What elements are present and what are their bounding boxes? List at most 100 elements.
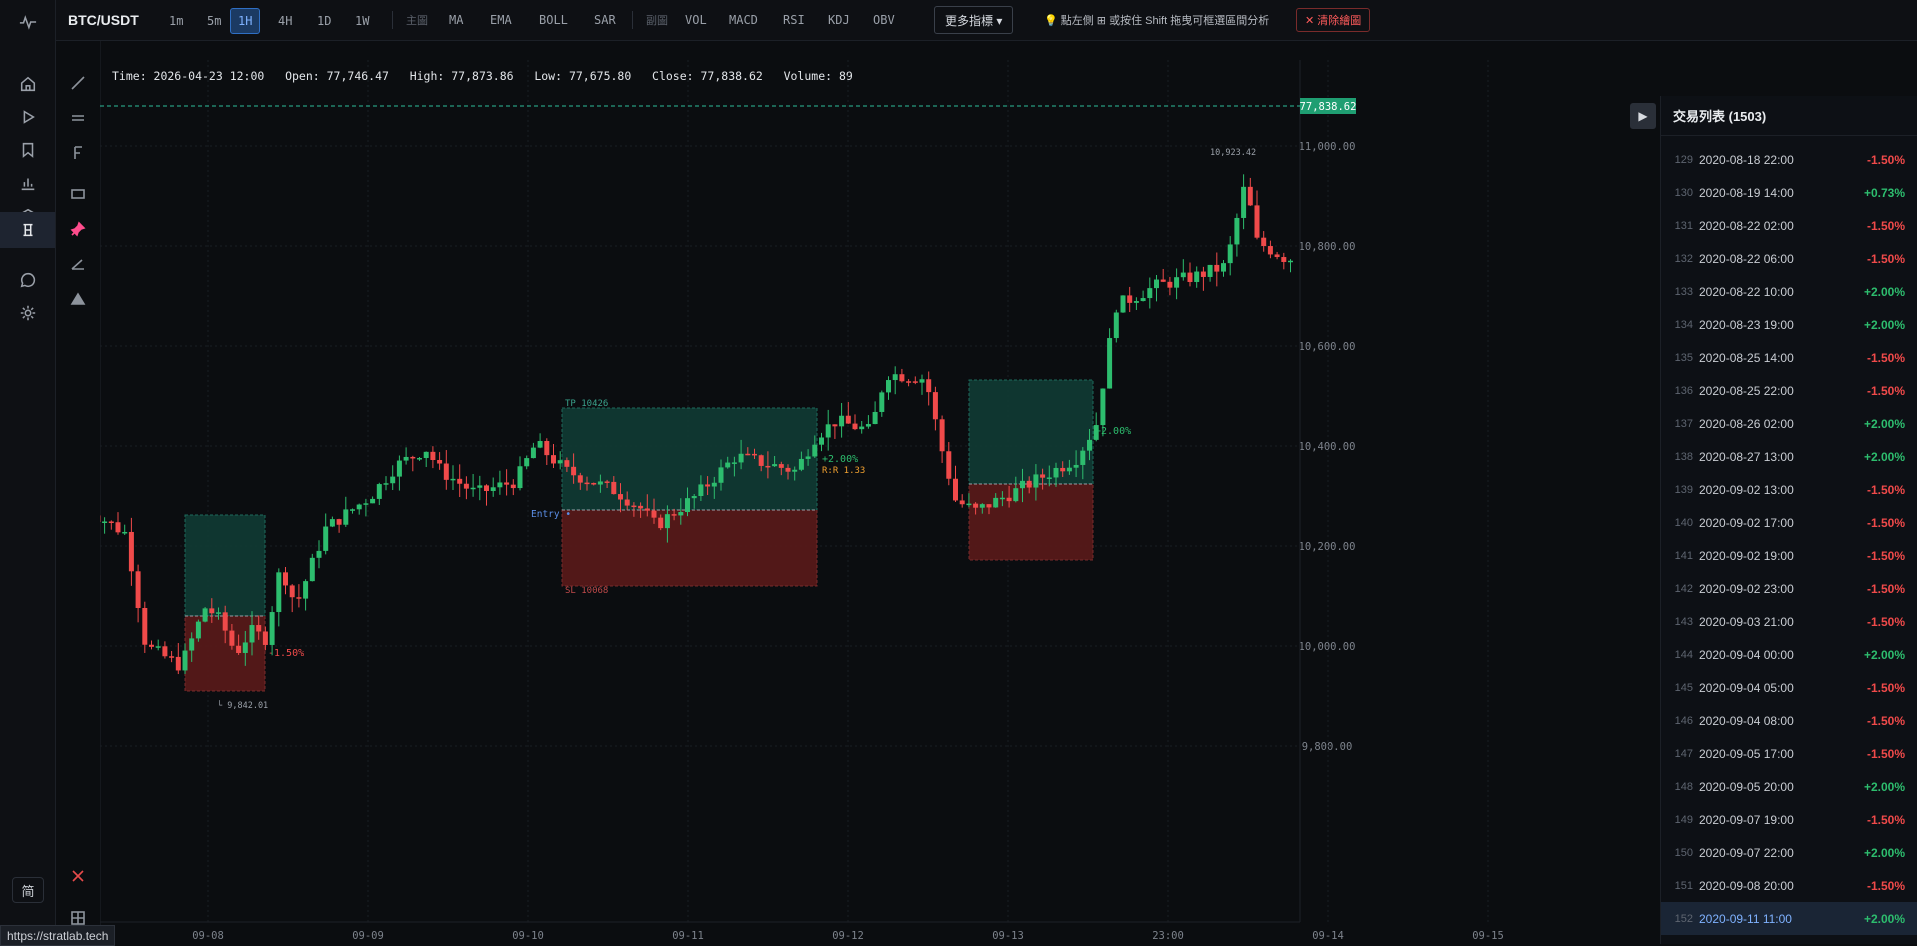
trade-row[interactable]: 1292020-08-18 22:00-1.50% — [1661, 143, 1917, 176]
indicator-rsi[interactable]: RSI — [776, 8, 812, 32]
indicator-macd[interactable]: MACD — [722, 8, 765, 32]
trade-row[interactable]: 1312020-08-22 02:00-1.50% — [1661, 209, 1917, 242]
trade-row[interactable]: 1302020-08-19 14:00+0.73% — [1661, 176, 1917, 209]
trade-row[interactable]: 1422020-09-02 23:00-1.50% — [1661, 572, 1917, 605]
candle-body — [618, 494, 623, 499]
candle-body — [1288, 261, 1293, 263]
indicator-obv[interactable]: OBV — [866, 8, 902, 32]
candle-body — [343, 509, 348, 524]
candle-body — [873, 412, 878, 424]
clear-drawings-button[interactable]: ✕ 清除繪圖 — [1296, 8, 1370, 32]
candle-body — [906, 381, 911, 383]
candle-body — [109, 521, 114, 523]
chat-icon[interactable] — [0, 262, 55, 298]
candle-body — [156, 646, 161, 648]
timeframe-1w[interactable]: 1W — [347, 8, 377, 34]
trade-row[interactable]: 1462020-09-04 08:00-1.50% — [1661, 704, 1917, 737]
rectangle-icon[interactable] — [63, 179, 93, 209]
candle-body — [404, 457, 409, 461]
logo-pulse-icon[interactable] — [0, 4, 55, 40]
gear-icon[interactable] — [0, 295, 55, 331]
trade-index: 132 — [1661, 253, 1699, 265]
candle-body — [471, 488, 476, 490]
trade-row[interactable]: 1382020-08-27 13:00+2.00% — [1661, 440, 1917, 473]
trade-2-entry-label: Entry • — [531, 509, 571, 520]
timeframe-1h[interactable]: 1H — [230, 8, 260, 34]
trade-row[interactable]: 1402020-09-02 17:00-1.50% — [1661, 506, 1917, 539]
language-toggle-button[interactable]: 简 — [12, 877, 44, 903]
candle-body — [122, 532, 127, 534]
bar-chart-icon[interactable] — [0, 165, 55, 201]
indicator-boll[interactable]: BOLL — [532, 8, 575, 32]
trade-row[interactable]: 1512020-09-08 20:00-1.50% — [1661, 869, 1917, 902]
timeframe-1d[interactable]: 1D — [309, 8, 339, 34]
toolbar-divider — [632, 11, 633, 29]
pin-icon[interactable] — [63, 214, 93, 244]
candle-body — [497, 482, 502, 487]
indicator-ema[interactable]: EMA — [483, 8, 519, 32]
horizontal-line-icon[interactable] — [63, 103, 93, 133]
strategy-lab-icon[interactable] — [0, 212, 55, 248]
more-indicators-dropdown[interactable]: 更多指標 ▾ — [934, 6, 1013, 34]
trend-line-icon[interactable] — [63, 68, 93, 98]
candle-body — [457, 479, 462, 484]
candle-body — [658, 518, 663, 528]
trade-row[interactable]: 1392020-09-02 13:00-1.50% — [1661, 473, 1917, 506]
trade-index: 152 — [1661, 913, 1699, 925]
triangle-icon[interactable] — [63, 284, 93, 314]
trade-row[interactable]: 1352020-08-25 14:00-1.50% — [1661, 341, 1917, 374]
trade-row[interactable]: 1332020-08-22 10:00+2.00% — [1661, 275, 1917, 308]
candle-body — [1067, 468, 1072, 472]
panel-play-button[interactable]: ▶ — [1630, 103, 1656, 129]
candle-body — [1107, 338, 1112, 388]
timeframe-5m[interactable]: 5m — [199, 8, 229, 34]
trade-row[interactable]: 1482020-09-05 20:00+2.00% — [1661, 770, 1917, 803]
trade-row[interactable]: 1442020-09-04 00:00+2.00% — [1661, 638, 1917, 671]
trade-time: 2020-09-07 19:00 — [1699, 813, 1849, 827]
indicator-vol[interactable]: VOL — [678, 8, 714, 32]
candle-body — [739, 454, 744, 463]
timeframe-4h[interactable]: 4H — [270, 8, 300, 34]
candle-body — [946, 451, 951, 478]
trade-row[interactable]: 1452020-09-04 05:00-1.50% — [1661, 671, 1917, 704]
trade-index: 133 — [1661, 286, 1699, 298]
candle-body — [263, 631, 268, 644]
trade-index: 131 — [1661, 220, 1699, 232]
trade-row[interactable]: 1412020-09-02 19:00-1.50% — [1661, 539, 1917, 572]
close-icon[interactable] — [63, 861, 93, 891]
trade-index: 144 — [1661, 649, 1699, 661]
trade-row[interactable]: 1342020-08-23 19:00+2.00% — [1661, 308, 1917, 341]
trade-time: 2020-08-26 02:00 — [1699, 417, 1849, 431]
price-chart[interactable]: 11,000.0010,800.0010,600.0010,400.0010,2… — [100, 60, 1590, 944]
trade-row[interactable]: 1322020-08-22 06:00-1.50% — [1661, 242, 1917, 275]
indicator-kdj[interactable]: KDJ — [821, 8, 857, 32]
angle-icon[interactable] — [63, 249, 93, 279]
trade-2-rr: R:R 1.33 — [822, 466, 865, 476]
trade-index: 141 — [1661, 550, 1699, 562]
indicator-ma[interactable]: MA — [442, 8, 470, 32]
indicator-sar[interactable]: SAR — [587, 8, 623, 32]
candle-body — [236, 646, 241, 653]
fibonacci-icon[interactable] — [63, 138, 93, 168]
trade-time: 2020-08-22 06:00 — [1699, 252, 1849, 266]
trade-row[interactable]: 1472020-09-05 17:00-1.50% — [1661, 737, 1917, 770]
bookmark-icon[interactable] — [0, 132, 55, 168]
symbol-label[interactable]: BTC/USDT — [68, 0, 139, 40]
timeframe-1m[interactable]: 1m — [161, 8, 191, 34]
trade-row[interactable]: 1522020-09-11 11:00+2.00% — [1661, 902, 1917, 935]
candle-body — [611, 482, 616, 494]
home-icon[interactable] — [0, 66, 55, 102]
trade-index: 134 — [1661, 319, 1699, 331]
trade-time: 2020-09-05 17:00 — [1699, 747, 1849, 761]
trade-time: 2020-09-02 19:00 — [1699, 549, 1849, 563]
status-url-tooltip: https://stratlab.tech — [0, 925, 115, 946]
trade-row[interactable]: 1372020-08-26 02:00+2.00% — [1661, 407, 1917, 440]
trade-pnl: -1.50% — [1849, 252, 1905, 266]
candle-body — [484, 485, 489, 491]
trade-row[interactable]: 1502020-09-07 22:00+2.00% — [1661, 836, 1917, 869]
trade-row[interactable]: 1432020-09-03 21:00-1.50% — [1661, 605, 1917, 638]
trade-pnl: -1.50% — [1849, 153, 1905, 167]
play-icon[interactable] — [0, 99, 55, 135]
trade-row[interactable]: 1362020-08-25 22:00-1.50% — [1661, 374, 1917, 407]
trade-row[interactable]: 1492020-09-07 19:00-1.50% — [1661, 803, 1917, 836]
